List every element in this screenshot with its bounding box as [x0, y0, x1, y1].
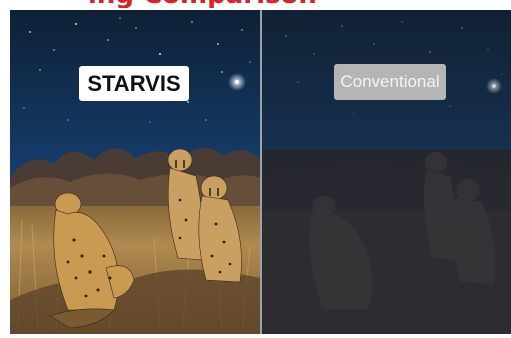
starvis-label: STARVIS	[79, 66, 189, 101]
conventional-label: Conventional	[334, 64, 446, 100]
conventional-panel	[262, 10, 511, 334]
conventional-photo	[262, 10, 511, 334]
cropped-title: ing Comparison	[88, 0, 418, 8]
starvis-photo	[10, 10, 260, 334]
starvis-panel	[10, 10, 260, 334]
comparison-figure: ing Comparison	[0, 0, 511, 338]
